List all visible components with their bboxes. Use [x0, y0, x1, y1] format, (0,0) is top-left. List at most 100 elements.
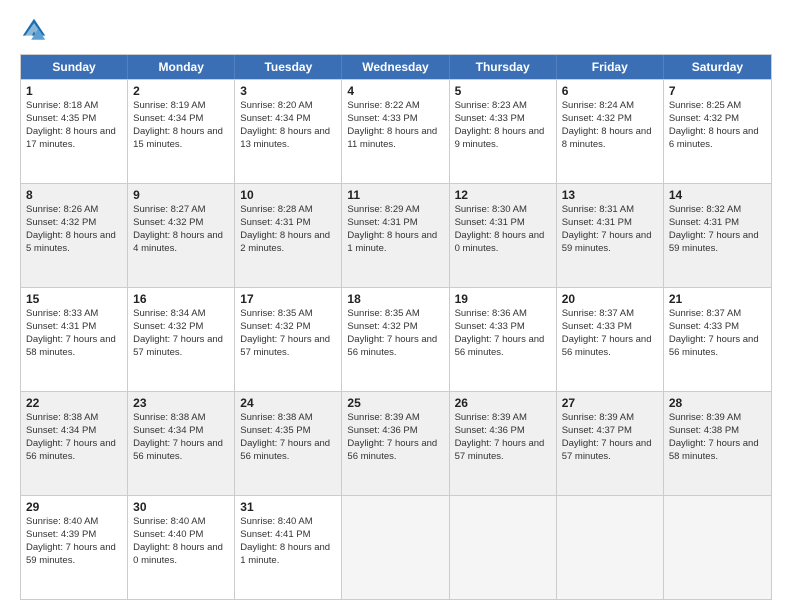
daylight-label: Daylight: 8 hours and 17 minutes.	[26, 126, 116, 150]
sunrise-label: Sunrise: 8:39 AM	[669, 412, 741, 423]
sunrise-label: Sunrise: 8:38 AM	[133, 412, 205, 423]
table-row: 25Sunrise: 8:39 AMSunset: 4:36 PMDayligh…	[342, 392, 449, 495]
sunset-label: Sunset: 4:33 PM	[347, 113, 417, 124]
day-number: 11	[347, 187, 443, 203]
sunset-label: Sunset: 4:31 PM	[240, 217, 310, 228]
header-day-thursday: Thursday	[450, 55, 557, 79]
sunset-label: Sunset: 4:32 PM	[133, 321, 203, 332]
table-row: 17Sunrise: 8:35 AM Sunset: 4:32 PM Dayligh…	[235, 288, 342, 391]
sunset-label: Sunset: 4:32 PM	[240, 321, 310, 332]
table-row: 27Sunrise: 8:39 AMSunset: 4:37 PMDayligh…	[557, 392, 664, 495]
calendar: SundayMondayTuesdayWednesdayThursdayFrid…	[20, 54, 772, 600]
sunrise-label: Sunrise: 8:33 AM	[26, 308, 98, 319]
header-day-tuesday: Tuesday	[235, 55, 342, 79]
sunset-label: Sunset: 4:33 PM	[455, 321, 525, 332]
table-row	[664, 496, 771, 599]
sunrise-label: Sunrise: 8:27 AM	[133, 204, 205, 215]
sunset-label: Sunset: 4:31 PM	[26, 321, 96, 332]
header-day-friday: Friday	[557, 55, 664, 79]
header-day-sunday: Sunday	[21, 55, 128, 79]
day-number: 31	[240, 499, 336, 515]
table-row: 22Sunrise: 8:38 AMSunset: 4:34 PMDayligh…	[21, 392, 128, 495]
sunset-label: Sunset: 4:35 PM	[26, 113, 96, 124]
calendar-header: SundayMondayTuesdayWednesdayThursdayFrid…	[21, 55, 771, 79]
daylight-label: Daylight: 7 hours and 59 minutes.	[669, 230, 759, 254]
day-number: 6	[562, 83, 658, 99]
table-row: 12Sunrise: 8:30 AMSunset: 4:31 PMDayligh…	[450, 184, 557, 287]
daylight-label: Daylight: 7 hours and 58 minutes.	[669, 438, 759, 462]
daylight-label: Daylight: 8 hours and 9 minutes.	[455, 126, 545, 150]
sunrise-label: Sunrise: 8:35 AM	[347, 308, 419, 319]
daylight-label: Daylight: 8 hours and 0 minutes.	[455, 230, 545, 254]
daylight-label: Daylight: 7 hours and 57 minutes.	[133, 334, 223, 358]
header-day-wednesday: Wednesday	[342, 55, 449, 79]
day-number: 7	[669, 83, 766, 99]
sunrise-label: Sunrise: 8:35 AM	[240, 308, 312, 319]
day-number: 24	[240, 395, 336, 411]
header-day-monday: Monday	[128, 55, 235, 79]
table-row: 23Sunrise: 8:38 AMSunset: 4:34 PMDayligh…	[128, 392, 235, 495]
day-number: 27	[562, 395, 658, 411]
calendar-week-1: 1Sunrise: 8:18 AMSunset: 4:35 PMDaylight…	[21, 79, 771, 183]
sunrise-label: Sunrise: 8:32 AM	[669, 204, 741, 215]
daylight-label: Daylight: 8 hours and 8 minutes.	[562, 126, 652, 150]
sunrise-label: Sunrise: 8:39 AM	[562, 412, 634, 423]
table-row: 26Sunrise: 8:39 AMSunset: 4:36 PMDayligh…	[450, 392, 557, 495]
day-number: 14	[669, 187, 766, 203]
sunset-label: Sunset: 4:39 PM	[26, 529, 96, 540]
sunset-label: Sunset: 4:31 PM	[669, 217, 739, 228]
table-row: 6Sunrise: 8:24 AMSunset: 4:32 PMDaylight…	[557, 80, 664, 183]
sunset-label: Sunset: 4:41 PM	[240, 529, 310, 540]
calendar-week-5: 29Sunrise: 8:40 AMSunset: 4:39 PMDayligh…	[21, 495, 771, 599]
header	[20, 16, 772, 44]
sunset-label: Sunset: 4:31 PM	[562, 217, 632, 228]
daylight-label: Daylight: 8 hours and 11 minutes.	[347, 126, 437, 150]
calendar-week-3: 15Sunrise: 8:33 AMSunset: 4:31 PMDayligh…	[21, 287, 771, 391]
sunset-label: Sunset: 4:31 PM	[347, 217, 417, 228]
table-row: 28Sunrise: 8:39 AMSunset: 4:38 PMDayligh…	[664, 392, 771, 495]
day-number: 8	[26, 187, 122, 203]
daylight-label: Daylight: 7 hours and 56 minutes.	[347, 334, 437, 358]
table-row: 4Sunrise: 8:22 AMSunset: 4:33 PMDaylight…	[342, 80, 449, 183]
table-row: 31Sunrise: 8:40 AMSunset: 4:41 PMDayligh…	[235, 496, 342, 599]
sunrise-label: Sunrise: 8:22 AM	[347, 100, 419, 111]
sunset-label: Sunset: 4:32 PM	[26, 217, 96, 228]
sunrise-label: Sunrise: 8:39 AM	[455, 412, 527, 423]
sunrise-label: Sunrise: 8:31 AM	[562, 204, 634, 215]
table-row: 13Sunrise: 8:31 AMSunset: 4:31 PMDayligh…	[557, 184, 664, 287]
calendar-week-2: 8Sunrise: 8:26 AMSunset: 4:32 PMDaylight…	[21, 183, 771, 287]
daylight-label: Daylight: 7 hours and 56 minutes.	[133, 438, 223, 462]
table-row: 16Sunrise: 8:34 AMSunset: 4:32 PMDayligh…	[128, 288, 235, 391]
day-number: 13	[562, 187, 658, 203]
sunrise-label: Sunrise: 8:24 AM	[562, 100, 634, 111]
sunset-label: Sunset: 4:36 PM	[347, 425, 417, 436]
day-number: 18	[347, 291, 443, 307]
sunrise-label: Sunrise: 8:36 AM	[455, 308, 527, 319]
day-number: 12	[455, 187, 551, 203]
sunrise-label: Sunrise: 8:20 AM	[240, 100, 312, 111]
day-number: 19	[455, 291, 551, 307]
sunset-label: Sunset: 4:32 PM	[669, 113, 739, 124]
sunrise-label: Sunrise: 8:28 AM	[240, 204, 312, 215]
table-row	[342, 496, 449, 599]
sunrise-label: Sunrise: 8:29 AM	[347, 204, 419, 215]
day-number: 2	[133, 83, 229, 99]
day-number: 16	[133, 291, 229, 307]
table-row: 7Sunrise: 8:25 AMSunset: 4:32 PMDaylight…	[664, 80, 771, 183]
day-number: 30	[133, 499, 229, 515]
daylight-label: Daylight: 7 hours and 58 minutes.	[26, 334, 116, 358]
table-row	[450, 496, 557, 599]
table-row	[557, 496, 664, 599]
day-number: 17	[240, 291, 336, 307]
header-day-saturday: Saturday	[664, 55, 771, 79]
table-row: 5Sunrise: 8:23 AMSunset: 4:33 PMDaylight…	[450, 80, 557, 183]
day-number: 29	[26, 499, 122, 515]
daylight-label: Daylight: 7 hours and 56 minutes.	[347, 438, 437, 462]
daylight-label: Daylight: 7 hours and 57 minutes.	[240, 334, 330, 358]
daylight-label: Daylight: 7 hours and 56 minutes.	[455, 334, 545, 358]
sunset-label: Sunset: 4:33 PM	[562, 321, 632, 332]
daylight-label: Daylight: 7 hours and 57 minutes.	[562, 438, 652, 462]
sunset-label: Sunset: 4:34 PM	[26, 425, 96, 436]
sunrise-label: Sunrise: 8:37 AM	[562, 308, 634, 319]
table-row: 9Sunrise: 8:27 AMSunset: 4:32 PMDaylight…	[128, 184, 235, 287]
